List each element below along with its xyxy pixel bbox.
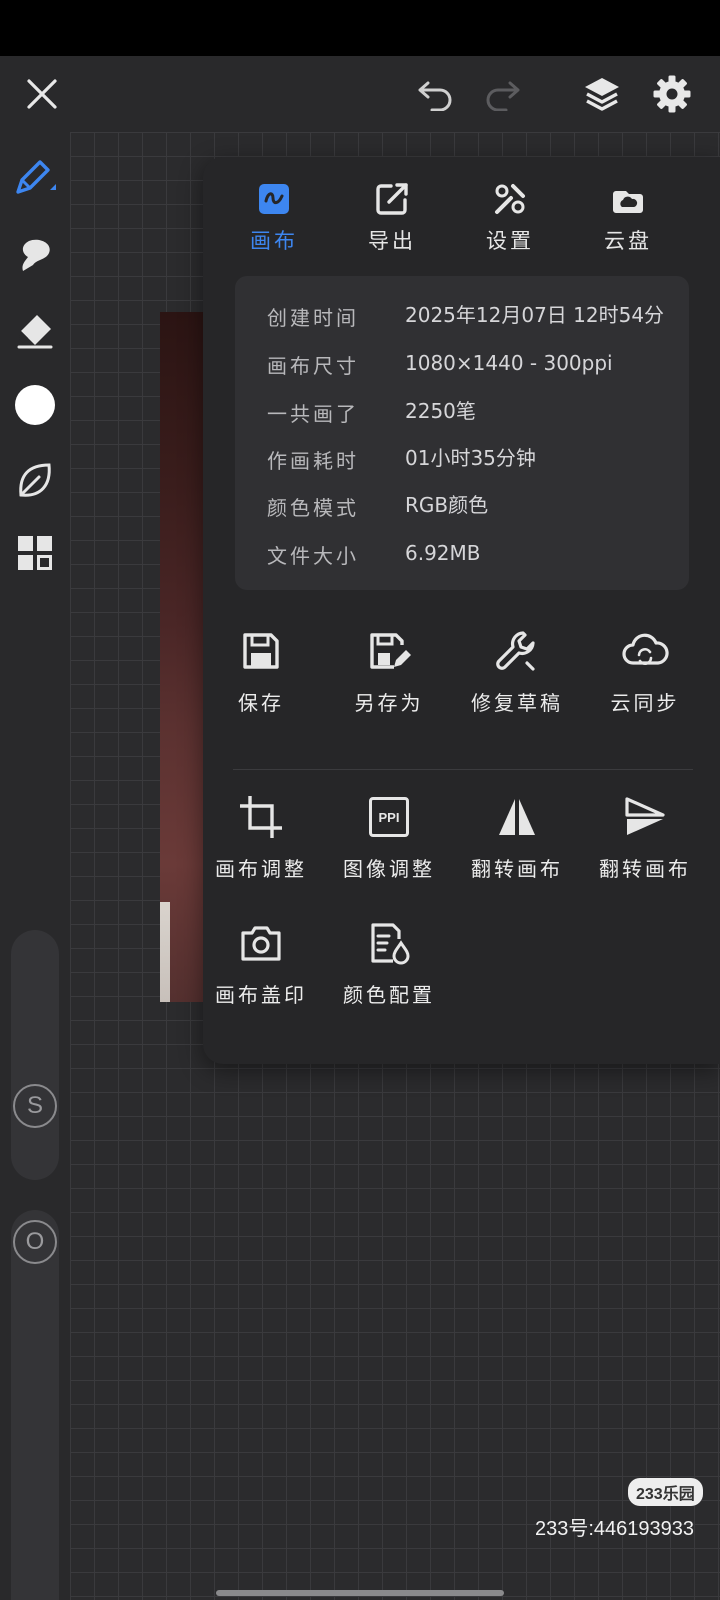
smudge-icon [22,239,50,271]
top-toolbar [0,56,720,132]
color-swatch [15,385,55,425]
canvas-adjust-button[interactable]: 画布调整 [197,789,325,889]
crop-icon [240,796,282,838]
tab-label: 导出 [368,229,416,253]
redo-button[interactable] [478,70,526,118]
info-key: 作画耗时 [267,449,359,473]
color-profile-button[interactable]: 颜色配置 [325,915,453,1015]
info-key: 画布尺寸 [267,354,359,378]
brush-tool-button[interactable] [10,154,60,204]
save-as-icon [370,633,411,669]
ppi-icon-text: PPI [378,809,400,825]
canvas-settings-panel: 画布 导出 设置 云盘 创建时间 2025年12月07日 12时54分 画布尺寸… [203,157,720,1064]
brush-size-knob[interactable]: S [13,1084,57,1128]
flip-horizontal-button[interactable]: 翻转画布 [453,789,581,889]
info-value: 1080×1440 - 300ppi [405,351,613,375]
action-label: 画布盖印 [215,983,307,1007]
tab-label: 云盘 [604,229,652,253]
ppi-icon: PPI [369,797,409,837]
save-icon [243,633,279,669]
action-label: 云同步 [610,691,680,715]
info-value: RGB颜色 [405,493,489,517]
redo-icon [486,81,520,111]
info-key: 一共画了 [267,402,359,426]
undo-icon [418,81,452,111]
wrench-icon [496,631,535,671]
info-value: 2250笔 [405,399,476,423]
action-label: 画布调整 [215,857,307,881]
home-indicator[interactable] [216,1590,504,1596]
info-key: 文件大小 [267,544,359,568]
action-label: 翻转画布 [471,857,563,881]
info-value: 2025年12月07日 12时54分 [405,303,665,327]
export-icon [376,183,408,215]
cloud-drive-icon [613,191,643,213]
canvas-info-card: 创建时间 2025年12月07日 12时54分 画布尺寸 1080×1440 -… [235,276,689,590]
eraser-icon [17,315,53,349]
close-button[interactable] [18,70,66,118]
gear-icon [653,75,691,113]
action-label: 保存 [238,691,284,715]
brush-size-slider[interactable] [11,930,59,1180]
settings-icon [495,184,525,214]
action-label: 颜色配置 [343,983,435,1007]
action-label: 图像调整 [343,857,435,881]
color-swatch-button[interactable] [10,380,60,430]
artwork-highlight [160,902,170,1002]
opacity-slider[interactable] [11,1210,59,1600]
flip-vertical-button[interactable]: 翻转画布 [581,789,709,889]
tab-label: 设置 [486,229,534,253]
color-profile-icon [371,923,410,965]
left-toolbar: S O [0,132,70,1600]
cloud-sync-icon [622,633,669,665]
info-value: 01小时35分钟 [405,446,536,470]
grid-tool-button[interactable] [10,528,60,578]
pencil-icon [16,160,56,194]
watermark-logo: 233乐园 [628,1478,703,1506]
canvas-stamp-button[interactable]: 画布盖印 [197,915,325,1015]
flip-horizontal-icon [499,799,535,835]
layers-icon [585,78,619,111]
tab-settings[interactable]: 设置 [455,177,565,267]
canvas-icon [259,184,289,214]
save-button[interactable]: 保存 [197,623,325,723]
leaf-icon [19,463,51,497]
tab-canvas[interactable]: 画布 [219,177,329,267]
repair-draft-button[interactable]: 修复草稿 [453,623,581,723]
close-icon [27,79,57,109]
info-key: 创建时间 [267,306,359,330]
leaf-tool-button[interactable] [10,456,60,506]
settings-button[interactable] [648,70,696,118]
opacity-knob[interactable]: O [13,1220,57,1264]
undo-button[interactable] [412,70,460,118]
info-key: 颜色模式 [267,496,359,520]
status-bar [0,0,720,56]
tab-label: 画布 [250,229,298,253]
image-adjust-button[interactable]: PPI 图像调整 [325,789,453,889]
action-label: 修复草稿 [471,691,563,715]
info-value: 6.92MB [405,541,481,565]
layers-button[interactable] [578,70,626,118]
eraser-tool-button[interactable] [10,306,60,356]
flip-vertical-icon [625,797,665,835]
tab-cloud-drive[interactable]: 云盘 [573,177,683,267]
action-label: 另存为 [354,691,424,715]
camera-icon [241,926,281,961]
action-label: 翻转画布 [599,857,691,881]
smudge-tool-button[interactable] [10,230,60,280]
tab-export[interactable]: 导出 [337,177,447,267]
save-as-button[interactable]: 另存为 [325,623,453,723]
cloud-sync-button[interactable]: 云同步 [581,623,709,723]
watermark-text: 233号:446193933 [535,1518,695,1540]
section-divider [233,769,693,770]
grid-icon [18,536,52,570]
